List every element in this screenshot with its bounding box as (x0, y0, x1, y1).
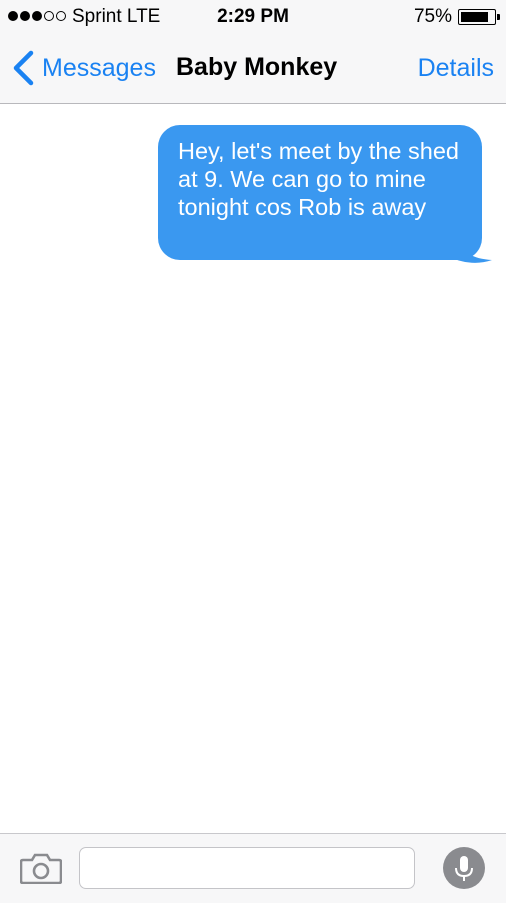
back-button-label: Messages (42, 53, 156, 82)
message-thread[interactable]: Hey, let's meet by the shed at 9. We can… (0, 105, 506, 833)
details-button[interactable]: Details (418, 54, 494, 83)
conversation-title: Baby Monkey (176, 53, 338, 81)
chevron-left-icon (13, 50, 34, 86)
microphone-icon (455, 856, 473, 881)
compose-bar (0, 833, 506, 903)
status-bar: Sprint LTE 2:29 PM 75% (0, 0, 506, 34)
outgoing-message[interactable]: Hey, let's meet by the shed at 9. We can… (158, 125, 492, 267)
battery-level (461, 12, 488, 22)
microphone-button[interactable] (443, 847, 485, 889)
camera-icon[interactable] (20, 852, 62, 884)
nav-bar: Messages Baby Monkey Details (0, 34, 506, 104)
message-bubble: Hey, let's meet by the shed at 9. We can… (158, 125, 482, 260)
battery-percent: 75% (413, 6, 452, 27)
message-input[interactable] (79, 847, 415, 889)
battery-icon (458, 9, 496, 25)
back-button[interactable]: Messages (10, 50, 156, 86)
